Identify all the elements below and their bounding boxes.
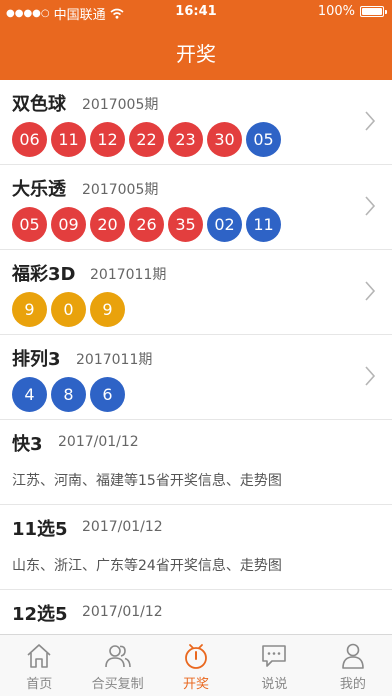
app-header: ●●●●○ 中国联通 16:41 100% 开奖 xyxy=(0,0,392,80)
lottery-row[interactable]: 11选5 2017/01/12 山东、浙江、广东等24省开奖信息、走势图 xyxy=(0,505,392,590)
lottery-row[interactable]: 排列3 2017011期 4 8 6 xyxy=(0,335,392,420)
chevron-right-icon xyxy=(365,366,376,386)
lottery-description: 江苏、河南、福建等15省开奖信息、走势图 xyxy=(12,473,282,489)
lottery-period: 2017011期 xyxy=(90,267,167,283)
number-ball: 02 xyxy=(207,207,242,242)
number-ball: 11 xyxy=(246,207,281,242)
lottery-period: 2017011期 xyxy=(76,352,153,368)
chevron-right-icon xyxy=(365,111,376,131)
ball-group: 06 11 12 22 23 30 05 xyxy=(12,122,281,157)
tab-draw[interactable]: 开奖 xyxy=(157,635,235,696)
number-ball: 8 xyxy=(51,377,86,412)
lottery-name: 大乐透 xyxy=(12,179,66,200)
status-bar: ●●●●○ 中国联通 16:41 100% xyxy=(0,0,392,24)
lottery-period: 2017005期 xyxy=(82,97,159,113)
number-ball: 35 xyxy=(168,207,203,242)
battery-percent: 100% xyxy=(317,4,355,19)
tab-label: 我的 xyxy=(339,677,366,692)
number-ball: 12 xyxy=(90,122,125,157)
number-ball: 05 xyxy=(246,122,281,157)
number-ball: 11 xyxy=(51,122,86,157)
lottery-name: 11选5 xyxy=(12,519,68,540)
lottery-name: 12选5 xyxy=(12,604,68,625)
chevron-right-icon xyxy=(365,196,376,216)
number-ball: 23 xyxy=(168,122,203,157)
draw-date: 2017/01/12 xyxy=(82,519,163,535)
number-ball: 09 xyxy=(51,207,86,242)
lottery-row[interactable]: 快3 2017/01/12 江苏、河南、福建等15省开奖信息、走势图 xyxy=(0,420,392,505)
chevron-right-icon xyxy=(365,281,376,301)
person-icon xyxy=(342,643,364,669)
number-ball: 0 xyxy=(51,292,86,327)
users-icon xyxy=(104,645,131,668)
ball-group: 486 xyxy=(12,377,125,412)
home-icon xyxy=(27,644,51,668)
page-title: 开奖 xyxy=(176,42,216,66)
lottery-period: 2017005期 xyxy=(82,182,159,198)
lottery-row[interactable]: 12选5 2017/01/12 xyxy=(0,590,392,634)
tab-mine[interactable]: 我的 xyxy=(314,635,392,696)
tab-group-buy[interactable]: 合买复制 xyxy=(78,635,156,696)
lottery-name: 快3 xyxy=(12,434,43,455)
number-ball: 30 xyxy=(207,122,242,157)
draw-date: 2017/01/12 xyxy=(58,434,139,450)
number-ball: 22 xyxy=(129,122,164,157)
number-ball: 9 xyxy=(12,292,47,327)
draw-clock-icon xyxy=(185,644,207,669)
lottery-row[interactable]: 大乐透 2017005期 05 09 20 26 35 02 11 xyxy=(0,165,392,250)
number-ball: 9 xyxy=(90,292,125,327)
number-ball: 6 xyxy=(90,377,125,412)
lottery-list[interactable]: 双色球 2017005期 06 11 12 22 23 30 05 大乐透 2017005期 05 09… xyxy=(0,80,392,634)
lottery-row[interactable]: 双色球 2017005期 06 11 12 22 23 30 05 xyxy=(0,80,392,165)
lottery-name: 双色球 xyxy=(12,94,66,115)
tab-label: 合买复制 xyxy=(91,677,144,692)
tab-home[interactable]: 首页 xyxy=(0,635,78,696)
tab-label: 开奖 xyxy=(183,677,210,692)
chat-icon xyxy=(262,645,287,667)
ball-group: 909 xyxy=(12,292,125,327)
draw-date: 2017/01/12 xyxy=(82,604,163,620)
lottery-description: 山东、浙江、广东等24省开奖信息、走势图 xyxy=(12,558,282,574)
number-ball: 06 xyxy=(12,122,47,157)
number-ball: 26 xyxy=(129,207,164,242)
number-ball: 4 xyxy=(12,377,47,412)
tab-label: 首页 xyxy=(26,677,53,692)
number-ball: 20 xyxy=(90,207,125,242)
tab-talk[interactable]: 说说 xyxy=(235,635,313,696)
number-ball: 05 xyxy=(12,207,47,242)
lottery-name: 排列3 xyxy=(12,349,61,370)
battery-icon xyxy=(360,6,387,17)
tab-bar: 首页 合买复制 开奖 说说 我的 xyxy=(0,634,392,696)
ball-group: 05 09 20 26 35 02 11 xyxy=(12,207,281,242)
tab-label: 说说 xyxy=(261,677,288,692)
lottery-row[interactable]: 福彩3D 2017011期 9 0 9 xyxy=(0,250,392,335)
lottery-name: 福彩3D xyxy=(12,264,76,285)
